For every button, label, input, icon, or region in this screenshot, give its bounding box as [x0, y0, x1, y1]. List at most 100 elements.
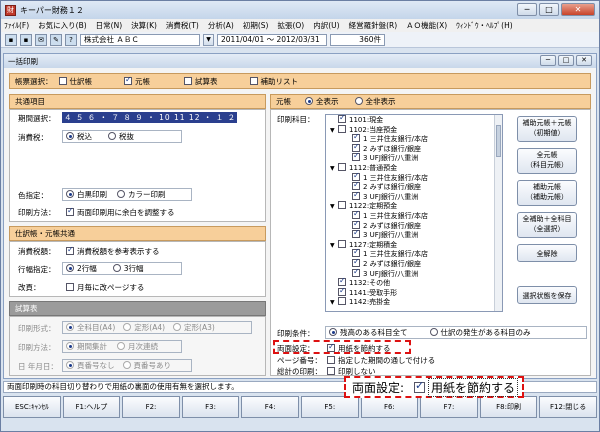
trial-year-none[interactable]: 頁番号なし [66, 360, 115, 371]
trial-method-a3-radio[interactable] [173, 323, 182, 331]
tax-amount-option[interactable]: 消費税額を参考表示する [66, 245, 160, 257]
trial-method-a4all[interactable]: 全科目(A4) [66, 322, 115, 333]
tax-excluded-option[interactable]: 税抜 [108, 131, 134, 142]
trial-year-yes[interactable]: 頁番号あり [122, 360, 171, 371]
tree-row[interactable]: 3 UFJ銀行/八重洲 [326, 190, 502, 202]
form-type-journal[interactable]: 仕訳帳 [58, 76, 92, 87]
tree-row[interactable]: 1101:現金 [326, 115, 502, 125]
trial-print-monthly[interactable]: 月次連続 [117, 341, 158, 352]
aux-checkbox[interactable] [249, 76, 258, 85]
company-dropdown-icon[interactable]: ▼ [203, 33, 214, 46]
pagebreak-checkbox[interactable] [66, 283, 74, 291]
trial-print-period-radio[interactable] [66, 342, 74, 350]
menu-daily[interactable]: 日常(N) [96, 20, 122, 31]
rows-2-option[interactable]: 2行幅 [66, 263, 97, 274]
ledger-checkbox[interactable] [124, 75, 132, 85]
menu-window-help[interactable]: ｳｨﾝﾄﾞｳ・ﾍﾙﾌﾟ(H) [456, 20, 513, 31]
tree-checkbox[interactable] [338, 239, 346, 248]
menu-tax[interactable]: 消費税(T) [166, 20, 199, 31]
show-all-option[interactable]: 全表示 [305, 96, 339, 107]
mono-option[interactable]: 白黒印刷 [66, 189, 107, 200]
child-close-button[interactable]: ✕ [576, 55, 592, 66]
f7-button[interactable]: F7: [420, 396, 478, 418]
tree-checkbox[interactable] [352, 190, 360, 200]
page-number-checkbox[interactable] [327, 356, 335, 364]
duplex-margin-option[interactable]: 両面印刷用に余白を調整する [66, 206, 175, 218]
mail-icon[interactable]: ✉ [35, 33, 47, 46]
trial-print-period[interactable]: 期間集計 [66, 341, 107, 352]
tree-checkbox[interactable] [352, 267, 360, 277]
account-tree[interactable]: 1101:現金▼1102:当座預金1 三井住友銀行/本店2 みずほ銀行/銀座3 … [325, 114, 503, 312]
color-radio[interactable] [117, 190, 125, 198]
total-print-checkbox[interactable] [327, 367, 335, 375]
cond-balance-radio[interactable] [329, 328, 337, 336]
trial-method-a3[interactable]: 定形(A3) [173, 322, 215, 333]
tool-icon[interactable]: ✎ [50, 33, 62, 46]
menu-ao[interactable]: ＡＯ機能(X) [406, 20, 447, 31]
child-maximize-button[interactable]: □ [558, 55, 574, 66]
scrollbar-thumb[interactable] [496, 125, 501, 157]
tree-scrollbar[interactable] [494, 115, 502, 311]
tax-excluded-radio[interactable] [108, 132, 116, 140]
f5-button[interactable]: F5: [300, 396, 359, 418]
journal-checkbox[interactable] [58, 76, 67, 85]
all-ledger-button[interactable]: 全元帳 （科目元帳） [517, 148, 577, 174]
f2-button[interactable]: F2: [122, 396, 180, 418]
tree-checkbox[interactable] [338, 201, 346, 210]
f3-button[interactable]: F3: [181, 396, 240, 418]
rows-3-option[interactable]: 3行幅 [112, 263, 144, 274]
menu-favorites[interactable]: お気に入り(B) [38, 20, 87, 31]
tree-checkbox[interactable] [352, 228, 360, 239]
aux-plus-ledger-button[interactable]: 補助元帳＋元帳 （初期値） [517, 116, 577, 142]
trial-year-yes-radio[interactable] [122, 361, 131, 369]
f6-button[interactable]: F6: [360, 396, 419, 418]
cond-journal-radio[interactable] [429, 328, 438, 336]
save-icon[interactable]: ▪ [5, 33, 17, 46]
tree-checkbox[interactable] [352, 151, 360, 162]
cond-balance-option[interactable]: 残高のある科目全て [329, 327, 408, 338]
tree-row[interactable]: 3 UFJ銀行/八重洲 [326, 151, 502, 163]
minimize-button[interactable]: ─ [517, 3, 537, 16]
tree-row[interactable]: ▼ 1142:売掛金 [326, 297, 502, 307]
cond-journal-option[interactable]: 仕訳の発生がある科目のみ [429, 327, 531, 338]
menu-analysis[interactable]: 分析(A) [208, 20, 234, 31]
company-select[interactable]: 株式会社 ＡＢＣ [80, 33, 200, 46]
tree-checkbox[interactable] [338, 115, 346, 123]
tax-included-option[interactable]: 税込 [66, 131, 92, 142]
aux-ledger-button[interactable]: 補助元帳 （補助元帳） [517, 180, 577, 206]
trial-method-a4all-radio[interactable] [66, 323, 74, 331]
tax-included-radio[interactable] [66, 132, 74, 140]
f4-button[interactable]: F4: [241, 396, 299, 418]
period-selector[interactable]: ４ ５ ６ ・ ７ ８ ９ ・ 10 11 12 ・ １ ２ ３ 決 [62, 112, 237, 123]
trial-method-a4-radio[interactable] [123, 323, 132, 331]
show-all-radio[interactable] [305, 97, 313, 105]
page-number-option[interactable]: 指定した期間の通しで付ける [327, 355, 435, 366]
f8-print-button[interactable]: F8:印刷 [479, 396, 538, 418]
tree-row[interactable]: 3 UFJ銀行/八重洲 [326, 228, 502, 240]
menu-extend[interactable]: 拡張(O) [277, 20, 304, 31]
select-all-button[interactable]: 全補助＋全科目 （全選択） [517, 212, 577, 238]
f12-close-button[interactable]: F12:閉じる [539, 396, 597, 418]
save-selection-button[interactable]: 選択状態を保存 [517, 286, 577, 304]
close-button[interactable]: ✕ [561, 3, 595, 16]
form-type-trial[interactable]: 試算表 [184, 76, 218, 87]
expand-arrow-icon[interactable]: ▼ [330, 298, 338, 308]
duplex-margin-checkbox[interactable] [66, 206, 74, 216]
tree-checkbox[interactable] [338, 286, 346, 296]
hide-all-option[interactable]: 全非表示 [354, 96, 396, 107]
trial-method-a4[interactable]: 定形(A4) [123, 322, 165, 333]
print-icon[interactable]: ▪ [20, 33, 32, 46]
tree-checkbox[interactable] [338, 124, 346, 133]
menu-compass[interactable]: 経営羅針盤(R) [349, 20, 398, 31]
mono-radio[interactable] [66, 190, 74, 198]
rows-2-radio[interactable] [66, 264, 74, 272]
trial-year-none-radio[interactable] [66, 361, 74, 369]
tree-row[interactable]: 1141:受取手形 [326, 286, 502, 298]
tree-checkbox[interactable] [338, 162, 346, 171]
menu-closing[interactable]: 決算(K) [131, 20, 157, 31]
tree-row[interactable]: 1132:その他 [326, 276, 502, 288]
color-option[interactable]: カラー印刷 [117, 189, 166, 200]
child-minimize-button[interactable]: ─ [540, 55, 556, 66]
form-type-ledger[interactable]: 元帳 [124, 75, 150, 87]
deselect-all-button[interactable]: 全解除 [517, 244, 577, 262]
